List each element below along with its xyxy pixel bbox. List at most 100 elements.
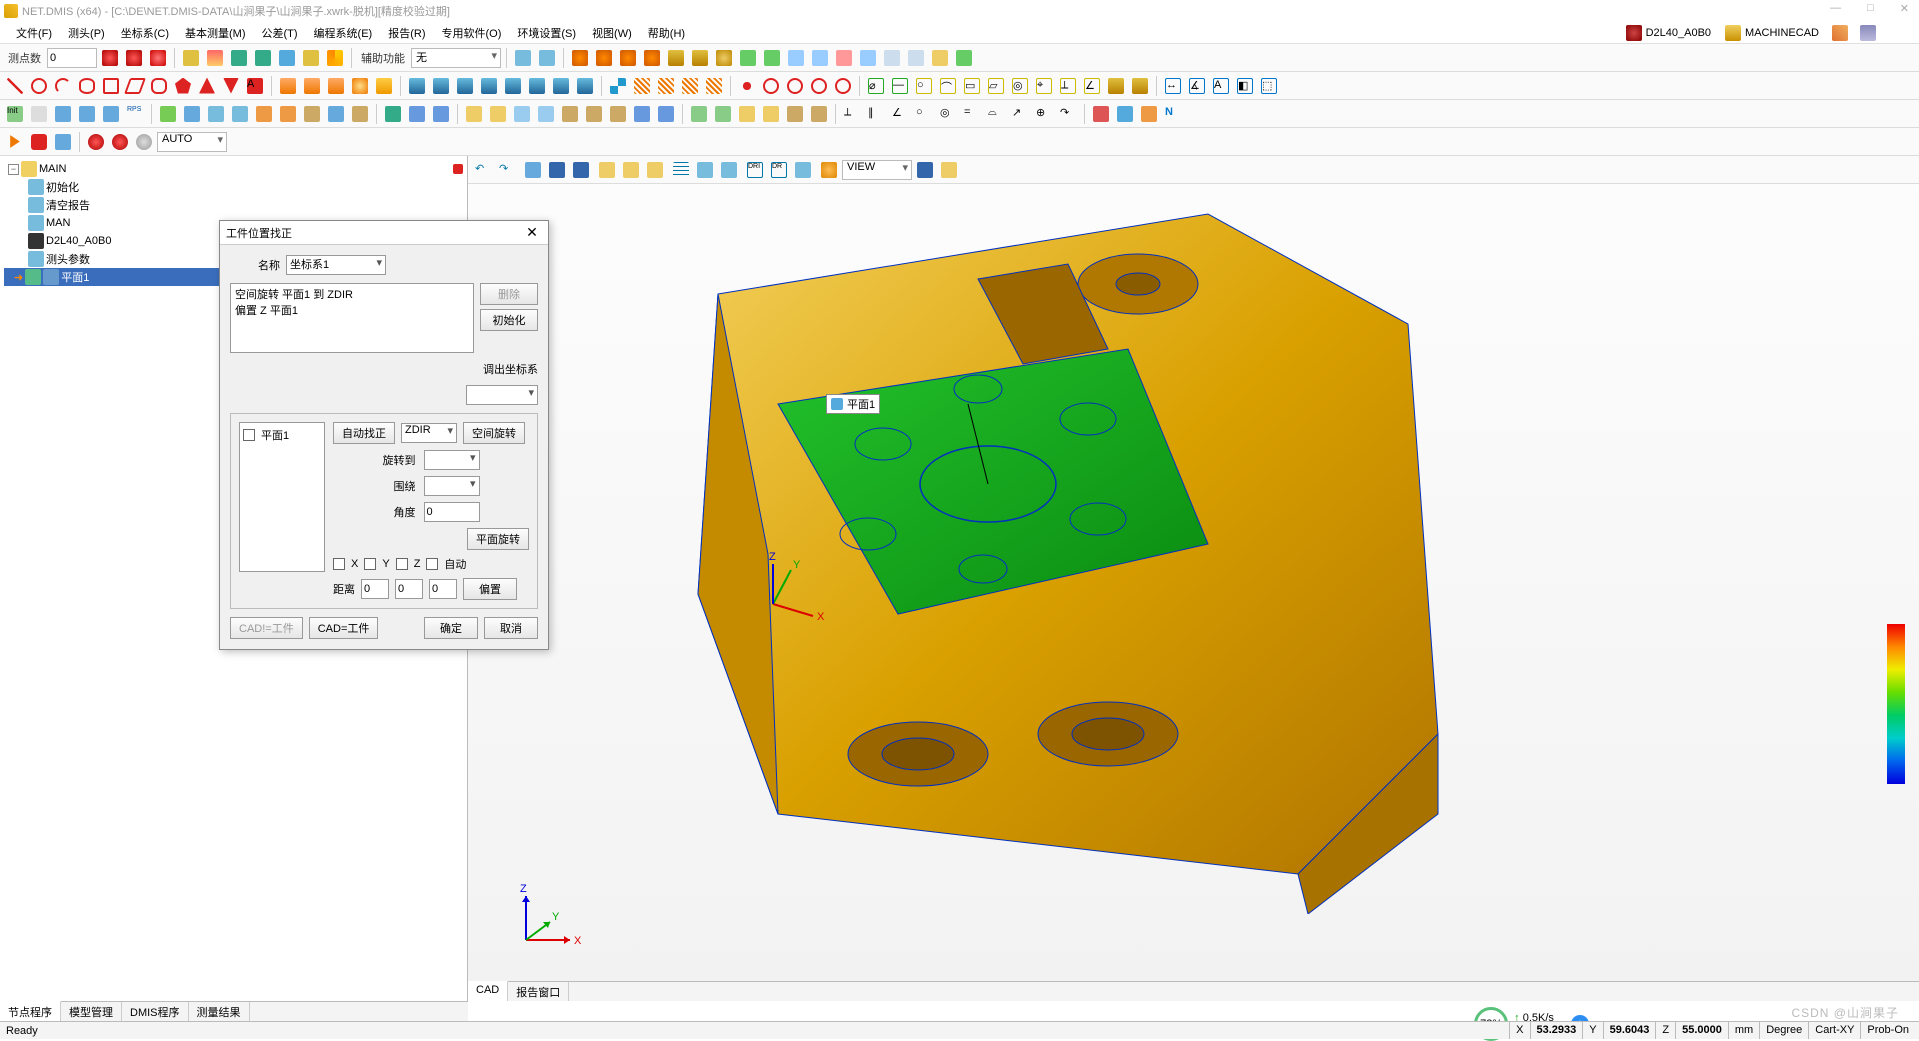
coordsys-select[interactable]: 坐标系1 (286, 255, 386, 275)
surf5-icon[interactable] (373, 75, 395, 97)
feature-line-icon[interactable] (593, 47, 615, 69)
menu-basicmeasure[interactable]: 基本测量(M) (177, 23, 254, 43)
tb1-k[interactable] (536, 47, 558, 69)
con12-icon[interactable] (736, 103, 758, 125)
feature-circle-icon[interactable] (617, 47, 639, 69)
con5-icon[interactable] (559, 103, 581, 125)
menu-envsettings[interactable]: 环境设置(S) (509, 23, 584, 43)
init-icon[interactable]: Init (4, 103, 26, 125)
menu-coordsys[interactable]: 坐标系(C) (113, 23, 177, 43)
op-list[interactable]: 空间旋转 平面1 到 ZDIR 偏置 Z 平面1 (230, 283, 474, 353)
init-button[interactable]: 初始化 (480, 309, 538, 331)
tree-item[interactable]: MAN (46, 217, 70, 229)
feature-checklist[interactable]: 平面1 (239, 422, 325, 572)
run-icon[interactable] (4, 131, 26, 153)
checkbox[interactable] (243, 429, 255, 441)
tb1-i[interactable] (300, 47, 322, 69)
con4-icon[interactable] (535, 103, 557, 125)
redo-icon[interactable]: ↷ (496, 159, 518, 181)
menu-tolerance[interactable]: 公差(T) (254, 23, 306, 43)
active-probe-chip[interactable]: D2L40_A0B0 (1622, 25, 1715, 41)
menu-report[interactable]: 报告(R) (380, 23, 433, 43)
cad-tab-report[interactable]: 报告窗口 (508, 982, 569, 1001)
hatch2-icon[interactable] (655, 75, 677, 97)
spacerot-button[interactable]: 空间旋转 (463, 422, 525, 444)
open-icon[interactable] (522, 159, 544, 181)
tb3-k[interactable] (301, 103, 323, 125)
tb3-n[interactable] (382, 103, 404, 125)
zdir-select[interactable]: ZDIR (401, 423, 457, 443)
sym-pos-icon[interactable]: ⊕ (1033, 103, 1055, 125)
tab-modelmanage[interactable]: 模型管理 (61, 1002, 122, 1021)
dim4-icon[interactable]: ◧ (1234, 75, 1256, 97)
dist-z-input[interactable] (429, 579, 457, 599)
sym-par-icon[interactable]: ∥ (865, 103, 887, 125)
solid7-icon[interactable] (550, 75, 572, 97)
solid2-icon[interactable] (430, 75, 452, 97)
close-window-button[interactable]: ✕ (1894, 2, 1915, 15)
con11-icon[interactable] (712, 103, 734, 125)
feature-torus-icon[interactable] (761, 47, 783, 69)
menu-file[interactable]: 文件(F) (8, 23, 60, 43)
tol4-icon[interactable]: ⌒ (937, 75, 959, 97)
around-select[interactable] (424, 476, 480, 496)
solid5-icon[interactable] (502, 75, 524, 97)
menu-specialsoftware[interactable]: 专用软件(O) (434, 23, 510, 43)
feature-misc4-icon[interactable] (857, 47, 879, 69)
tb3-b[interactable] (52, 103, 74, 125)
tree-item-selected[interactable]: 平面1 (61, 269, 89, 285)
sym-run-icon[interactable]: ↷ (1057, 103, 1079, 125)
con10-icon[interactable] (688, 103, 710, 125)
maximize-button[interactable]: □ (1861, 2, 1880, 15)
tol7-icon[interactable]: ◎ (1009, 75, 1031, 97)
geo-a-icon[interactable]: A (244, 75, 266, 97)
rps-icon[interactable]: RPS (124, 103, 146, 125)
tree-item[interactable]: D2L40_A0B0 (46, 235, 111, 247)
sym-ang-icon[interactable]: ∠ (889, 103, 911, 125)
dot1-icon[interactable] (736, 75, 758, 97)
tb1-h[interactable] (276, 47, 298, 69)
tag2-icon[interactable] (109, 131, 131, 153)
dot5-icon[interactable] (832, 75, 854, 97)
tb1-g[interactable] (252, 47, 274, 69)
hatch4-icon[interactable] (703, 75, 725, 97)
con8-icon[interactable] (631, 103, 653, 125)
geo-slot-icon[interactable] (148, 75, 170, 97)
tb3-l[interactable] (325, 103, 347, 125)
geo-mtri-icon[interactable] (220, 75, 242, 97)
tol1-icon[interactable]: ⌀ (865, 75, 887, 97)
con3-icon[interactable] (511, 103, 533, 125)
tb1-f[interactable] (228, 47, 250, 69)
hatch3-icon[interactable] (679, 75, 701, 97)
dist-x-input[interactable] (361, 579, 389, 599)
cad-viewport[interactable]: X Y Z 平面1 X Z Y (468, 184, 1919, 1001)
geo-poly-icon[interactable] (172, 75, 194, 97)
con13-icon[interactable] (760, 103, 782, 125)
feature-misc2-icon[interactable] (809, 47, 831, 69)
tag1-icon[interactable] (85, 131, 107, 153)
solid6-icon[interactable] (526, 75, 548, 97)
chk-auto[interactable] (426, 558, 438, 570)
tb3-h[interactable] (229, 103, 251, 125)
tb3-o[interactable] (406, 103, 428, 125)
flag-icon[interactable] (1829, 22, 1851, 44)
hatch1-icon[interactable] (631, 75, 653, 97)
feature-misc3-icon[interactable] (833, 47, 855, 69)
autoalign-button[interactable]: 自动找正 (333, 422, 395, 444)
tb3-j[interactable] (277, 103, 299, 125)
sym-con-icon[interactable]: ◎ (937, 103, 959, 125)
solid4-icon[interactable] (478, 75, 500, 97)
text-icon[interactable]: N (1162, 103, 1184, 125)
tab-measresult[interactable]: 测量结果 (189, 1002, 250, 1021)
menu-help[interactable]: 帮助(H) (640, 23, 693, 43)
delete-button[interactable]: 删除 (480, 283, 538, 305)
tb1-b[interactable] (123, 47, 145, 69)
mode-select[interactable]: AUTO (157, 132, 227, 152)
con15-icon[interactable] (808, 103, 830, 125)
dim2-icon[interactable]: ∡ (1186, 75, 1208, 97)
feature-misc1-icon[interactable] (785, 47, 807, 69)
con1-icon[interactable] (463, 103, 485, 125)
chk-y[interactable] (364, 558, 376, 570)
menu-view[interactable]: 视图(W) (584, 23, 640, 43)
sym-eq-icon[interactable]: = (961, 103, 983, 125)
